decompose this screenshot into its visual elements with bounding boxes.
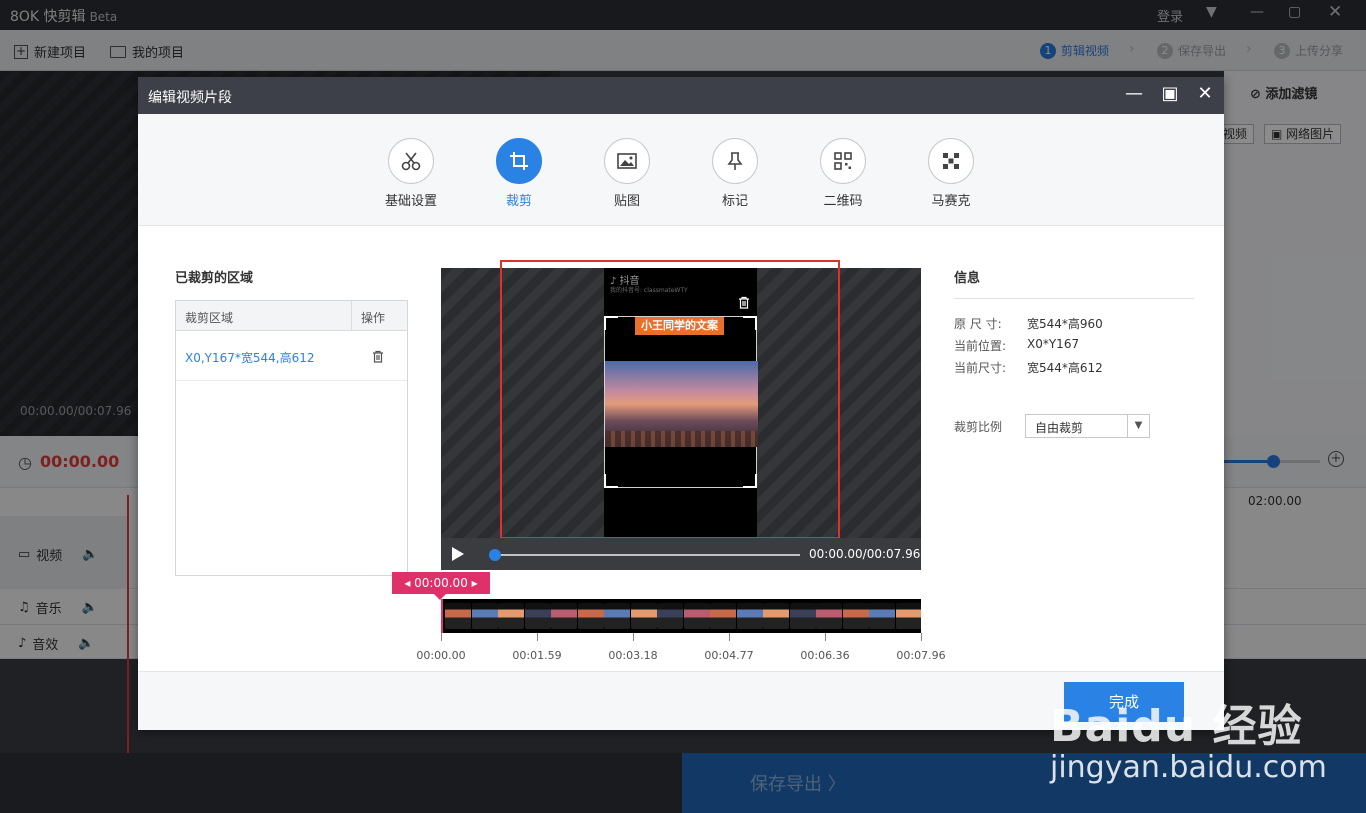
tick-label: 00:01.59 bbox=[512, 649, 562, 662]
film-frame bbox=[630, 603, 657, 629]
qrcode-icon bbox=[820, 138, 866, 184]
tick-label: 00:03.18 bbox=[608, 649, 658, 662]
film-frame bbox=[895, 603, 921, 629]
scissors-icon bbox=[388, 138, 434, 184]
film-frame bbox=[869, 603, 895, 629]
tick-mark bbox=[921, 633, 922, 641]
film-frame bbox=[789, 603, 816, 629]
cropped-regions-title: 已裁剪的区域 bbox=[175, 271, 254, 286]
tool-qrcode[interactable]: 二维码 bbox=[803, 138, 883, 209]
column-divider bbox=[351, 301, 352, 331]
crop-icon bbox=[496, 138, 542, 184]
divider bbox=[954, 298, 1194, 299]
close-icon[interactable]: ✕ bbox=[1194, 83, 1216, 104]
crop-ratio-label: 裁剪比例 bbox=[954, 420, 1003, 434]
pin-icon bbox=[712, 138, 758, 184]
film-frame bbox=[471, 603, 498, 629]
film-frame bbox=[683, 603, 710, 629]
dialog-title: 编辑视频片段 bbox=[148, 90, 232, 106]
dialog-header: 编辑视频片段 — ▣ ✕ bbox=[138, 77, 1224, 114]
minimize-icon[interactable]: — bbox=[1123, 83, 1145, 104]
cropped-regions-table: 裁剪区域 操作 X0,Y167*宽544,高612 bbox=[175, 300, 408, 576]
tool-crop[interactable]: 裁剪 bbox=[479, 138, 559, 209]
tick-label: 00:07.96 bbox=[896, 649, 946, 662]
current-time-marker[interactable]: ◂ 00:00.00 ▸ bbox=[392, 572, 490, 600]
tick-label: 00:06.36 bbox=[800, 649, 850, 662]
watermark-brand: Baidu 经验 bbox=[1050, 701, 1303, 752]
crop-region-value[interactable]: X0,Y167*宽544,高612 bbox=[185, 349, 315, 366]
filmstrip[interactable] bbox=[441, 599, 921, 633]
film-frame bbox=[816, 603, 842, 629]
tick-label: 00:00.00 bbox=[416, 649, 466, 662]
mosaic-icon bbox=[928, 138, 974, 184]
film-frame bbox=[736, 603, 763, 629]
table-header: 裁剪区域 操作 bbox=[176, 301, 407, 331]
progress-knob[interactable] bbox=[489, 549, 501, 561]
tick-mark bbox=[537, 633, 538, 641]
tool-mark[interactable]: 标记 bbox=[695, 138, 775, 209]
tick-label: 00:04.77 bbox=[704, 649, 754, 662]
film-frame bbox=[551, 603, 577, 629]
film-frame bbox=[445, 603, 471, 629]
original-size-label: 原 尺 寸: bbox=[954, 317, 1002, 331]
column-header-operation: 操作 bbox=[361, 311, 386, 325]
edit-clip-dialog: 编辑视频片段 — ▣ ✕ 基础设置 裁剪 贴图 标记 二维码 马赛克 已裁剪的区… bbox=[138, 77, 1224, 730]
table-row[interactable]: X0,Y167*宽544,高612 bbox=[176, 332, 407, 381]
film-frame bbox=[842, 603, 869, 629]
tick-mark bbox=[825, 633, 826, 641]
tool-mosaic[interactable]: 马赛克 bbox=[911, 138, 991, 209]
info-title: 信息 bbox=[954, 271, 981, 286]
column-header-region: 裁剪区域 bbox=[185, 311, 234, 325]
maximize-icon[interactable]: ▣ bbox=[1159, 83, 1181, 104]
tool-strip: 基础设置 裁剪 贴图 标记 二维码 马赛克 bbox=[138, 114, 1224, 226]
original-size-value: 宽544*高960 bbox=[1027, 317, 1103, 331]
tool-sticker[interactable]: 贴图 bbox=[587, 138, 667, 209]
tick-mark bbox=[441, 633, 442, 641]
highlight-box bbox=[500, 260, 840, 539]
filmstrip-cursor[interactable] bbox=[441, 599, 443, 633]
crop-ratio-select[interactable]: 自由裁剪 ▼ bbox=[1025, 414, 1150, 438]
film-frame bbox=[498, 603, 524, 629]
player-controls: 00:00.00/00:07.96 bbox=[441, 538, 921, 570]
watermark-url: jingyan.baidu.com bbox=[1050, 750, 1327, 785]
tool-basic-settings[interactable]: 基础设置 bbox=[371, 138, 451, 209]
current-position-value: X0*Y167 bbox=[1027, 337, 1080, 351]
film-frame bbox=[577, 603, 604, 629]
tick-mark bbox=[729, 633, 730, 641]
film-frame bbox=[710, 603, 736, 629]
current-position-label: 当前位置: bbox=[954, 339, 1007, 353]
chevron-down-icon[interactable]: ▼ bbox=[1127, 415, 1149, 437]
image-icon bbox=[604, 138, 650, 184]
film-frame bbox=[604, 603, 630, 629]
current-size-value: 宽544*高612 bbox=[1027, 361, 1103, 375]
trash-icon[interactable] bbox=[372, 348, 384, 367]
film-frame bbox=[657, 603, 683, 629]
film-frame bbox=[763, 603, 789, 629]
current-size-label: 当前尺寸: bbox=[954, 361, 1007, 375]
tick-mark bbox=[633, 633, 634, 641]
crop-ratio-value: 自由裁剪 bbox=[1035, 421, 1084, 435]
player-time: 00:00.00/00:07.96 bbox=[809, 547, 921, 561]
play-icon[interactable] bbox=[452, 547, 464, 561]
filmstrip-ticks bbox=[441, 633, 922, 643]
progress-track[interactable] bbox=[495, 554, 800, 556]
film-frame bbox=[524, 603, 551, 629]
